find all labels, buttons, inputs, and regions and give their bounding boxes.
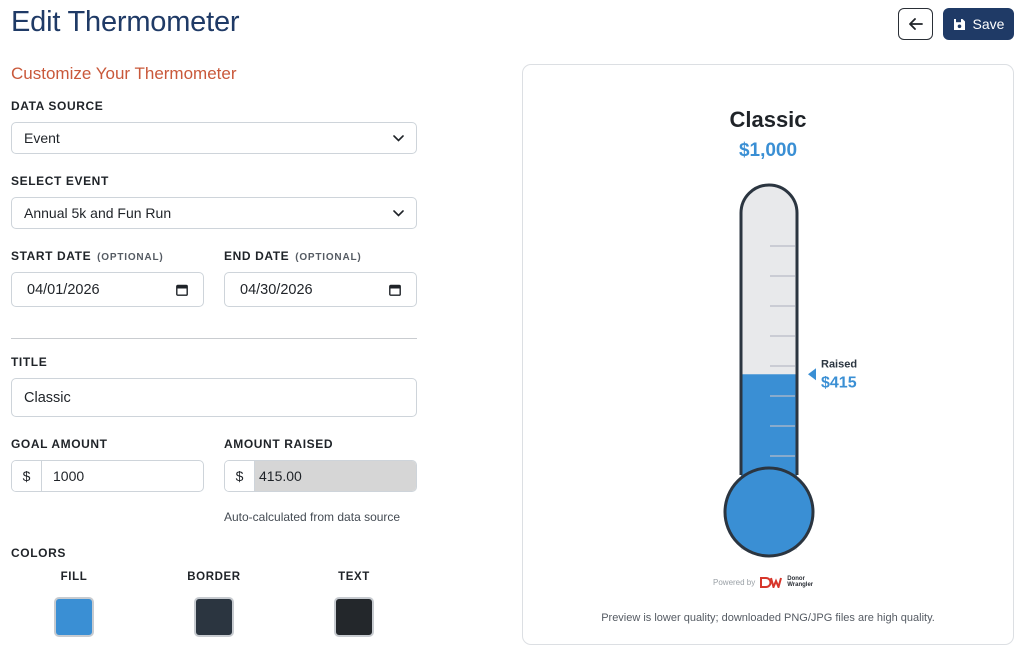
data-source-label: DATA SOURCE	[11, 99, 104, 113]
end-date-optional: (OPTIONAL)	[295, 252, 362, 263]
calendar-icon[interactable]	[389, 284, 401, 296]
amount-raised-help: Auto-calculated from data source	[224, 510, 401, 524]
page-title: Edit Thermometer	[11, 6, 240, 38]
thermometer-preview: Classic $1,000 Raised $415 Powered by Do…	[522, 64, 1014, 645]
title-input[interactable]: Classic	[11, 378, 417, 417]
end-date-value: 04/30/2026	[240, 281, 313, 298]
brand-name: Donor Wrangler	[787, 576, 813, 588]
data-source-value: Event	[24, 130, 60, 146]
powered-by: Powered by Donor Wrangler	[713, 576, 813, 588]
border-color-swatch[interactable]	[194, 597, 234, 637]
thermometer-graphic: Raised $415	[723, 183, 857, 558]
start-date-optional: (OPTIONAL)	[97, 252, 164, 263]
amount-raised-input: $ 415.00	[224, 460, 417, 492]
divider	[11, 338, 417, 339]
fill-color-label: FILL	[60, 571, 88, 583]
start-date-label-text: START DATE	[11, 249, 92, 263]
preview-quality-note: Preview is lower quality; downloaded PNG…	[601, 612, 935, 624]
amount-raised-label: AMOUNT RAISED	[224, 437, 334, 451]
title-value: Classic	[24, 389, 71, 406]
save-button-label: Save	[972, 16, 1005, 32]
end-date-label: END DATE (OPTIONAL)	[224, 249, 362, 263]
goal-amount-input[interactable]: $ 1000	[11, 460, 204, 492]
chevron-down-icon	[393, 134, 404, 142]
border-color-label: BORDER	[187, 571, 241, 583]
section-title: Customize Your Thermometer	[11, 64, 237, 83]
amount-raised-value: 415.00	[255, 461, 416, 491]
raised-value: $415	[821, 374, 857, 391]
start-date-label: START DATE (OPTIONAL)	[11, 249, 163, 263]
raised-marker-icon	[808, 368, 816, 381]
text-color-swatch[interactable]	[334, 597, 374, 637]
select-event-value: Annual 5k and Fun Run	[24, 205, 172, 221]
thermometer-bulb	[723, 466, 815, 558]
goal-amount-label: GOAL AMOUNT	[11, 437, 108, 451]
arrow-left-icon	[908, 18, 923, 30]
select-event-select[interactable]: Annual 5k and Fun Run	[11, 197, 417, 229]
goal-amount-value[interactable]: 1000	[42, 461, 203, 491]
raised-currency-prefix: $	[225, 461, 255, 491]
calendar-icon[interactable]	[176, 284, 188, 296]
select-event-label: SELECT EVENT	[11, 174, 109, 188]
save-button[interactable]: Save	[943, 8, 1014, 40]
end-date-label-text: END DATE	[224, 249, 290, 263]
end-date-input[interactable]: 04/30/2026	[224, 272, 417, 307]
data-source-select[interactable]: Event	[11, 122, 417, 154]
raised-label: Raised	[821, 358, 857, 370]
donor-wrangler-logo	[760, 576, 783, 588]
title-label: TITLE	[11, 355, 48, 369]
text-color-label: TEXT	[338, 571, 370, 583]
back-button[interactable]	[898, 8, 933, 40]
colors-label: COLORS	[11, 546, 66, 560]
brand-line-2: Wrangler	[787, 582, 814, 588]
powered-by-label: Powered by	[713, 577, 756, 587]
floppy-disk-icon	[953, 18, 965, 30]
start-date-value: 04/01/2026	[27, 281, 100, 298]
chevron-down-icon	[393, 209, 404, 217]
start-date-input[interactable]: 04/01/2026	[11, 272, 204, 307]
goal-currency-prefix: $	[12, 461, 42, 491]
fill-color-swatch[interactable]	[54, 597, 94, 637]
